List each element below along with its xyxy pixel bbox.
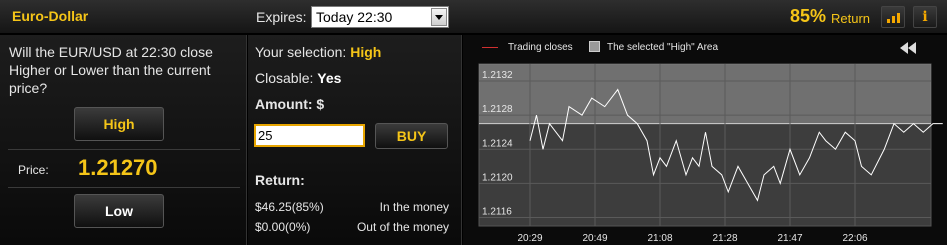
price-chart-panel: Trading closes The selected "High" Area …	[463, 35, 947, 245]
expires-label: Expires:	[256, 9, 307, 25]
y-tick-label: 1.2116	[482, 206, 512, 217]
info-glyph: i	[922, 9, 928, 25]
divider	[8, 187, 240, 188]
return-status: In the money	[379, 200, 449, 214]
y-tick-label: 1.2128	[482, 104, 513, 115]
x-tick-label: 21:28	[712, 233, 737, 244]
selection-row: Your selection: High	[255, 44, 381, 60]
bar-chart-icon[interactable]	[881, 6, 905, 28]
y-tick-label: 1.2124	[482, 138, 513, 149]
return-status: Out of the money	[356, 220, 449, 234]
return-heading: Return:	[255, 172, 305, 188]
return-row-out-money: $0.00(0%) Out of the money	[255, 220, 449, 234]
y-tick-label: 1.2132	[482, 70, 513, 81]
return-label: Return	[831, 11, 871, 26]
return-pct: (0%)	[285, 220, 311, 234]
question-text: Will the EUR/USD at 22:30 close Higher o…	[9, 44, 213, 96]
x-tick-label: 20:49	[582, 233, 607, 244]
order-panel: Your selection: High Closable: Yes Amoun…	[248, 35, 462, 245]
x-tick-label: 21:47	[777, 233, 802, 244]
amount-input[interactable]: 25	[254, 124, 365, 147]
divider	[8, 149, 240, 150]
low-button[interactable]: Low	[74, 194, 164, 228]
buy-button[interactable]: BUY	[375, 123, 448, 149]
closable-row: Closable: Yes	[255, 70, 341, 86]
return-amount: $0.00	[255, 220, 286, 234]
high-button[interactable]: High	[74, 107, 164, 141]
x-tick-label: 21:08	[647, 233, 672, 244]
expiry-select[interactable]: Today 22:30	[311, 6, 449, 28]
selection-value: High	[350, 44, 382, 60]
asset-title: Euro-Dollar	[12, 8, 89, 24]
price-label: Price:	[18, 163, 49, 177]
closable-value: Yes	[317, 70, 342, 86]
return-row-in-money: $46.25(85%) In the money	[255, 200, 449, 214]
price-value: 1.21270	[78, 155, 158, 180]
chevron-down-icon[interactable]	[431, 8, 447, 26]
return-percentage: 85%	[790, 6, 827, 26]
info-icon[interactable]: i	[913, 6, 937, 28]
prediction-panel: Will the EUR/USD at 22:30 close Higher o…	[0, 35, 247, 245]
closable-label: Closable:	[255, 70, 314, 86]
top-bar: Euro-Dollar Expires: Today 22:30 85% Ret…	[0, 0, 947, 34]
price-chart: 1.2132 1.2128 1.2124 1.2120 1.2116 20:29 20:49…	[478, 63, 943, 244]
x-tick-label: 20:29	[517, 233, 542, 244]
expiry-value: Today 22:30	[316, 9, 393, 25]
return-amount: $46.25	[255, 200, 292, 214]
x-tick-label: 22:06	[842, 233, 867, 244]
return-pct: (85%)	[291, 200, 324, 214]
y-tick-label: 1.2120	[482, 172, 513, 183]
selection-label: Your selection:	[255, 44, 347, 60]
amount-label: Amount: $	[255, 96, 325, 112]
